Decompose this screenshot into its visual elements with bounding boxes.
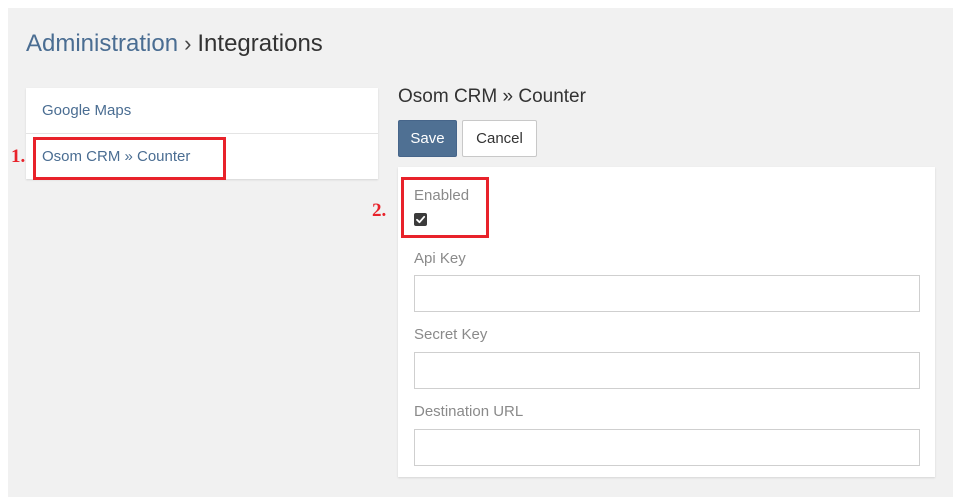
sidebar-item-google-maps[interactable]: Google Maps bbox=[26, 88, 378, 134]
breadcrumb-current: Integrations bbox=[197, 30, 323, 57]
page-background: Administration › Integrations Google Maps … bbox=[8, 8, 953, 497]
panel-title: Osom CRM » Counter bbox=[398, 86, 586, 107]
destination-url-label: Destination URL bbox=[414, 403, 524, 420]
annotation-box-1 bbox=[33, 137, 226, 180]
annotation-number-2: 2. bbox=[372, 200, 387, 221]
annotation-number-1: 1. bbox=[11, 146, 26, 167]
breadcrumb-separator: › bbox=[184, 31, 192, 56]
api-key-label: Api Key bbox=[414, 250, 466, 267]
secret-key-label: Secret Key bbox=[414, 326, 488, 343]
destination-url-input[interactable] bbox=[414, 429, 920, 466]
breadcrumb-administration-link[interactable]: Administration bbox=[26, 30, 178, 57]
annotation-box-2 bbox=[401, 177, 489, 238]
save-button[interactable]: Save bbox=[398, 120, 457, 157]
secret-key-input[interactable] bbox=[414, 352, 920, 389]
api-key-input[interactable] bbox=[414, 275, 920, 312]
breadcrumb: Administration › Integrations bbox=[26, 30, 323, 58]
cancel-button[interactable]: Cancel bbox=[462, 120, 537, 157]
